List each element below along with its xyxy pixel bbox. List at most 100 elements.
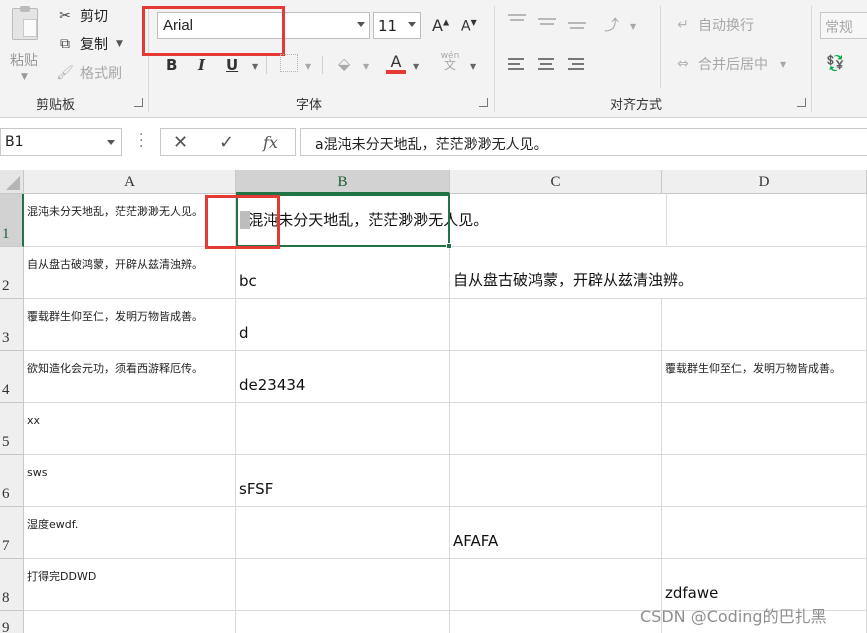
cell-c6[interactable] [450,455,662,507]
cut-button[interactable]: ✂ 剪切 [56,6,108,26]
align-bottom-icon[interactable] [568,22,588,38]
divider [266,56,267,74]
align-top-icon[interactable] [508,14,528,30]
cell-d4[interactable]: 覆载群生仰至仁，发明万物皆成善。 [662,351,867,403]
cell-a6[interactable]: sws [24,455,236,507]
cell-a7[interactable]: 湿度ewdf. [24,507,236,559]
phonetic-dropdown-icon[interactable]: ▼ [470,62,476,71]
copy-dropdown-icon[interactable]: ▼ [116,39,123,49]
underline-button[interactable]: U [226,56,238,74]
cell-b2[interactable]: bc [236,247,450,299]
column-header-b[interactable]: B [236,170,450,194]
font-size-combobox[interactable]: 11 [373,12,421,39]
alignment-launcher-icon[interactable] [797,98,806,107]
column-header-c[interactable]: C [450,170,662,194]
row-header-9[interactable]: 9 [0,611,24,633]
chevron-down-icon[interactable] [357,22,365,27]
cell-b4[interactable]: de23434 [236,351,450,403]
cancel-icon[interactable]: ✕ [173,132,188,153]
cell-d1[interactable] [662,194,867,247]
cell-c9[interactable] [450,611,662,633]
cell-a2-text: 自从盘古破鸿蒙，开辟从兹清浊辨。 [27,258,203,271]
underline-dropdown-icon[interactable]: ▼ [252,62,258,71]
cell-d5[interactable] [662,403,867,455]
enter-icon[interactable]: ✓ [219,132,234,153]
copy-icon: ⧉ [60,36,70,52]
cell-a1[interactable]: 混沌未分天地乱，茫茫渺渺无人见。 [24,194,236,247]
cell-b5[interactable] [236,403,450,455]
cell-c2-text: 自从盘古破鸿蒙，开辟从兹清浊辨。 [453,271,694,289]
cell-d6[interactable] [662,455,867,507]
cell-b1[interactable]: a混沌未分天地乱，茫茫渺渺无人见。 [236,194,667,247]
select-all-button[interactable] [0,170,24,194]
cell-b6[interactable]: sFSF [236,455,450,507]
wrap-text-button[interactable]: ↵ 自动换行 [674,15,754,35]
orientation-button[interactable]: ⤴ [604,14,619,35]
cell-d3[interactable] [662,299,867,351]
merge-center-button[interactable]: ⇔ 合并后居中 ▼ [674,54,786,74]
align-center-icon[interactable] [538,58,558,74]
cell-d7[interactable] [662,507,867,559]
align-right-icon[interactable] [568,58,588,74]
cell-a5[interactable]: xx [24,403,236,455]
phonetic-button[interactable]: wén 文 [440,52,460,72]
cell-a8-text: 打得完DDWD [27,570,97,583]
cell-a9[interactable] [24,611,236,633]
border-dropdown-icon[interactable]: ▼ [305,62,311,71]
cell-c5[interactable] [450,403,662,455]
font-name-combobox[interactable]: Arial [157,12,370,39]
paste-button[interactable]: 粘贴 ▼ [6,6,46,86]
font-launcher-icon[interactable] [479,98,488,107]
cell-a4[interactable]: 欲知造化会元功，须看西游释厄传。 [24,351,236,403]
clipboard-launcher-icon[interactable] [134,98,143,107]
align-left-icon[interactable] [508,58,528,74]
row-header-6[interactable]: 6 [0,455,24,507]
font-color-dropdown-icon[interactable]: ▼ [413,62,419,71]
cell-a5-text: xx [27,414,41,427]
row-header-2[interactable]: 2 [0,247,24,299]
cell-c7[interactable]: AFAFA [450,507,662,559]
chevron-down-icon[interactable] [408,22,416,27]
cell-a3[interactable]: 覆载群生仰至仁，发明万物皆成善。 [24,299,236,351]
copy-button[interactable]: ⧉ 复制 ▼ [56,34,123,54]
row-header-8[interactable]: 8 [0,559,24,611]
row-header-4[interactable]: 4 [0,351,24,403]
cell-c3[interactable] [450,299,662,351]
row-header-7[interactable]: 7 [0,507,24,559]
fill-color-button[interactable]: ⬙ [338,54,350,73]
orientation-dropdown-icon[interactable]: ▼ [630,22,636,31]
align-middle-icon[interactable] [538,18,558,34]
italic-button[interactable]: I [198,56,205,74]
insert-function-icon[interactable]: fx [263,133,278,152]
chevron-down-icon[interactable] [107,140,115,145]
row-header-3[interactable]: 3 [0,299,24,351]
row-header-1[interactable]: 1 [0,194,24,247]
cell-b3[interactable]: d [236,299,450,351]
row-header-5[interactable]: 5 [0,403,24,455]
column-header-d[interactable]: D [662,170,867,194]
format-painter-button[interactable]: 🖌 格式刷 [56,63,122,83]
shrink-font-button[interactable]: A▼ [461,18,477,35]
cell-c2[interactable]: 自从盘古破鸿蒙，开辟从兹清浊辨。 [450,247,867,299]
font-color-button[interactable]: A [386,52,406,74]
grow-font-button[interactable]: A▲ [432,16,449,35]
border-button[interactable] [280,54,298,72]
cell-c8[interactable] [450,559,662,611]
grow-font-icon: A [432,16,443,35]
column-header-a[interactable]: A [24,170,236,194]
fill-color-dropdown-icon[interactable]: ▼ [363,62,369,71]
cell-b8[interactable] [236,559,450,611]
accounting-format-button[interactable]: 💱 [826,54,845,72]
cell-c4[interactable] [450,351,662,403]
resize-handle-icon[interactable]: · · · [139,128,143,154]
bold-button[interactable]: B [166,56,177,74]
cell-a8[interactable]: 打得完DDWD [24,559,236,611]
worksheet-grid: A B C D 1 2 3 4 5 6 7 8 9 混沌未分天地乱，茫茫渺渺无人… [0,170,867,633]
cell-b7[interactable] [236,507,450,559]
number-format-combobox[interactable]: 常规 [820,12,867,39]
merge-dropdown-icon[interactable]: ▼ [780,60,786,69]
name-box[interactable]: B1 [0,128,122,156]
formula-input[interactable]: a混沌未分天地乱，茫茫渺渺无人见。 [300,128,867,156]
cell-b9[interactable] [236,611,450,633]
cell-a2[interactable]: 自从盘古破鸿蒙，开辟从兹清浊辨。 [24,247,236,299]
